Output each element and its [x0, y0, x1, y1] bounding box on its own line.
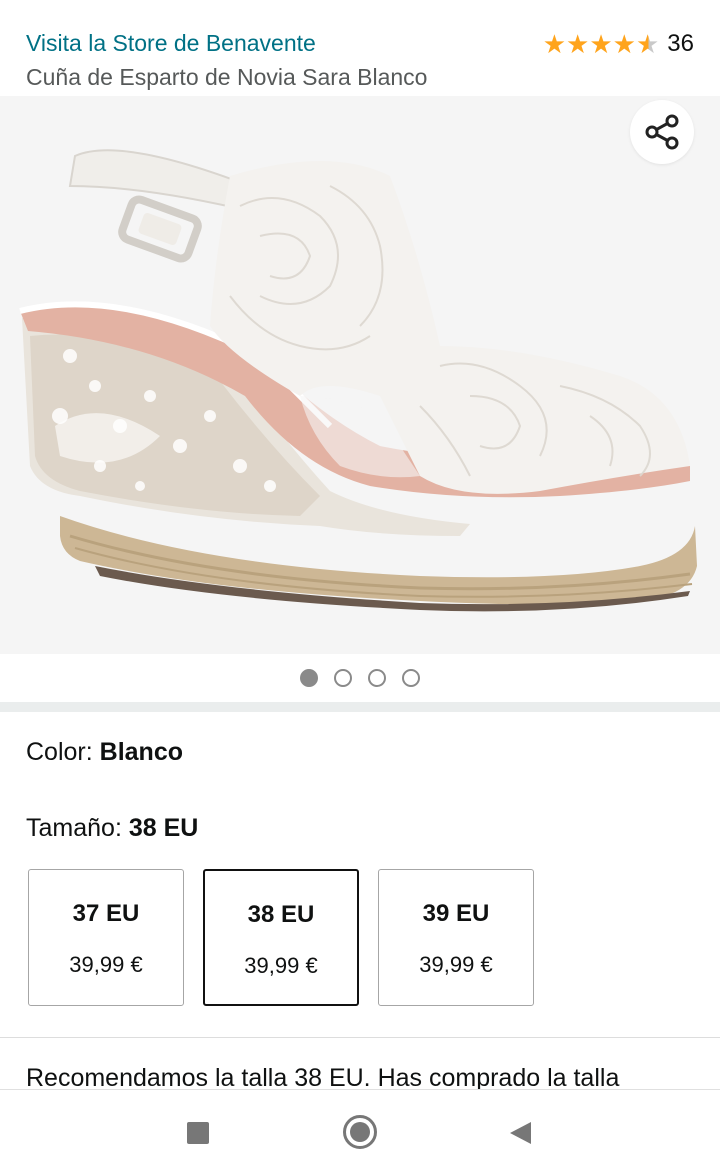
color-value: Blanco [99, 738, 183, 766]
product-header: Visita la Store de Benavente Cuña de Esp… [0, 0, 720, 96]
rating-summary[interactable]: ★ ★ ★ ★ ★ 36 [543, 30, 694, 58]
square-icon[interactable] [187, 1122, 209, 1144]
star-icon: ★ [542, 29, 567, 59]
carousel-dot-4[interactable] [402, 669, 420, 687]
star-rating: ★ ★ ★ ★ ★ [543, 31, 660, 57]
size-option-label: 38 EU [247, 901, 315, 928]
divider [0, 1037, 720, 1038]
share-button[interactable] [630, 100, 694, 164]
size-option-price: 39,99 € [244, 953, 318, 978]
carousel-dot-1[interactable] [300, 669, 318, 687]
home-circle-icon[interactable] [343, 1115, 377, 1149]
store-link[interactable]: Visita la Store de Benavente [26, 30, 316, 57]
carousel-dot-2[interactable] [334, 669, 352, 687]
size-option-37[interactable]: 37 EU 39,99 € [28, 869, 184, 1006]
half-star-icon: ★ [635, 29, 660, 59]
product-title: Cuña de Esparto de Novia Sara Blanco [26, 64, 428, 90]
back-triangle-icon[interactable] [510, 1122, 531, 1144]
size-option-price: 39,99 € [69, 952, 143, 977]
size-option-label: 37 EU [72, 900, 140, 927]
size-option-price: 39,99 € [419, 952, 493, 977]
size-options: 37 EU 39,99 € 38 EU 39,99 € 39 EU 39,99 … [28, 869, 534, 1006]
size-selection: Tamaño: 38 EU [26, 814, 198, 843]
carousel-dot-3[interactable] [368, 669, 386, 687]
size-option-39[interactable]: 39 EU 39,99 € [378, 869, 534, 1006]
size-option-38[interactable]: 38 EU 39,99 € [203, 869, 359, 1006]
system-navigation-bar [0, 1089, 720, 1174]
share-icon [645, 114, 679, 150]
size-value: 38 EU [128, 814, 199, 842]
section-separator [0, 702, 720, 712]
image-carousel-dots [0, 654, 720, 702]
star-icon: ★ [566, 29, 590, 59]
star-icon: ★ [589, 29, 613, 59]
size-option-label: 39 EU [422, 900, 490, 927]
product-image [19, 149, 697, 612]
color-selection: Color: Blanco [26, 738, 183, 767]
star-icon: ★ [612, 29, 636, 59]
rating-count[interactable]: 36 [667, 30, 694, 58]
size-label: Tamaño: [26, 814, 129, 842]
product-image-gallery[interactable] [0, 96, 720, 654]
color-label: Color: [26, 738, 100, 766]
